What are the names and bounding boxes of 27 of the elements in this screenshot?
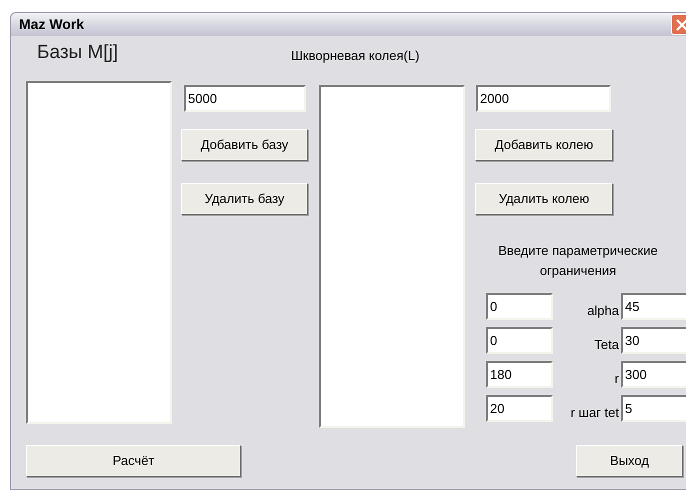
close-icon xyxy=(676,18,686,30)
base-input[interactable]: 5000 xyxy=(184,85,306,112)
min-input[interactable]: 180 xyxy=(486,361,553,388)
calculate-button[interactable]: Расчёт xyxy=(26,445,241,477)
min-input[interactable]: 0 xyxy=(486,293,553,320)
constraints-title: Введите параметрические ограничения xyxy=(497,242,659,280)
min-input[interactable]: 20 xyxy=(486,395,553,422)
max-input[interactable]: 30 xyxy=(621,327,686,354)
remove-track-button[interactable]: Удалить колею xyxy=(475,183,613,215)
parameter-label: r шаг tet xyxy=(570,404,620,422)
bases-list[interactable] xyxy=(26,81,172,424)
parameter-label: alpha xyxy=(586,302,620,320)
bases-label: Базы M[j] xyxy=(37,41,120,65)
parameter-label: r xyxy=(614,370,620,388)
max-input[interactable]: 5 xyxy=(621,395,686,422)
max-input[interactable]: 45 xyxy=(621,293,686,320)
add-track-button[interactable]: Добавить колею xyxy=(475,129,613,161)
min-input[interactable]: 0 xyxy=(486,327,553,354)
track-label: Шкворневая колея(L) xyxy=(291,47,420,65)
track-input[interactable]: 2000 xyxy=(476,85,611,112)
max-input[interactable]: 300 xyxy=(621,361,686,388)
exit-button[interactable]: Выход xyxy=(576,445,683,477)
parameter-label: Teta xyxy=(593,336,620,354)
track-list[interactable] xyxy=(319,85,465,428)
add-base-button[interactable]: Добавить базу xyxy=(181,129,308,161)
remove-base-button[interactable]: Удалить базу xyxy=(181,183,308,215)
window-title: Maz Work xyxy=(19,15,84,34)
